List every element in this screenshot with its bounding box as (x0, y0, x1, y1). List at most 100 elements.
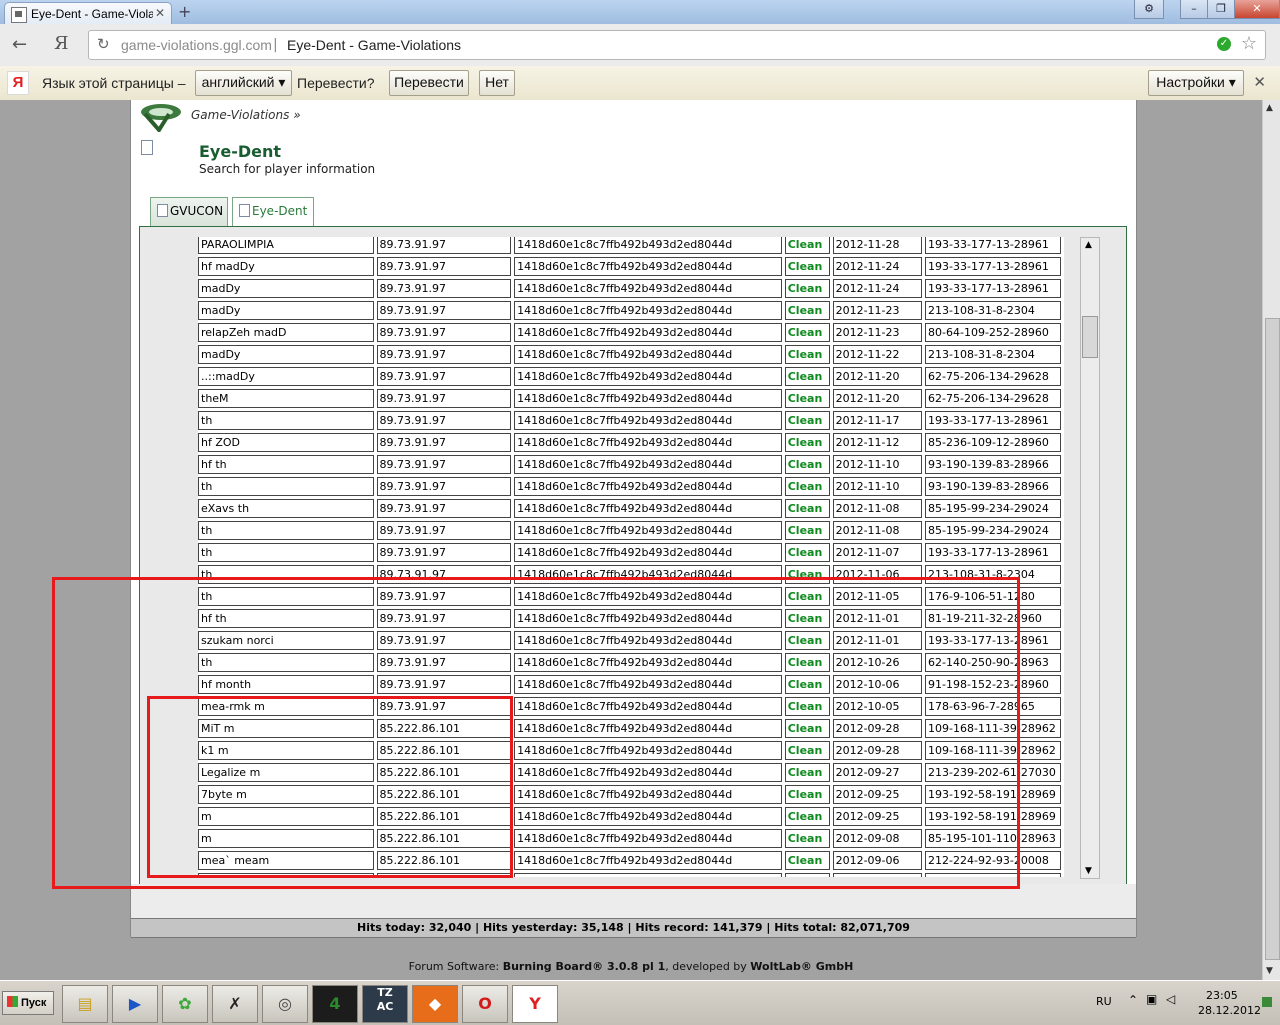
nickname-cell: eXavs th (198, 499, 374, 518)
ip-cell: 89.73.91.97 (376, 237, 512, 254)
volume-icon[interactable]: ◁ (1166, 992, 1175, 1006)
page-viewport: Game-Violations » Eye-Dent Search for pl… (0, 100, 1262, 980)
teamspeak-icon[interactable]: ◎ (262, 985, 308, 1023)
restore-icon[interactable]: ❐ (1207, 0, 1235, 19)
new-tab-icon[interactable]: + (178, 3, 191, 21)
tab-eye-dent[interactable]: Eye-Dent (232, 197, 314, 227)
tray-chevron-icon[interactable]: ⌃ (1128, 993, 1138, 1007)
show-desktop-icon[interactable] (1262, 997, 1272, 1007)
start-button[interactable]: Пуск (2, 991, 54, 1015)
nickname-cell: m (198, 829, 374, 848)
game-4-icon[interactable]: 4 (312, 985, 358, 1023)
scroll-up-icon[interactable]: ▲ (1085, 240, 1092, 250)
language-indicator[interactable]: RU (1096, 995, 1112, 1008)
nickname-cell: hf th (198, 609, 374, 628)
nickname-cell: hf ZOD (198, 433, 374, 452)
date-cell: 2012-11-24 (832, 257, 923, 276)
yandex-browser-icon[interactable]: Y (512, 985, 558, 1023)
ip-cell: 89.73.91.97 (376, 323, 512, 342)
status-cell: Clean (784, 631, 830, 650)
footer-company[interactable]: WoltLab® GmbH (750, 960, 853, 973)
app-orange-icon[interactable]: ◆ (412, 985, 458, 1023)
tab-close-icon[interactable]: ✕ (155, 6, 165, 20)
settings-button[interactable]: Настройки ▾ (1148, 70, 1244, 96)
server-cell: 62-75-206-134-29628 (925, 389, 1061, 408)
guid-cell: 1418d60e1c8c7ffb492b493d2ed8044d (514, 719, 782, 738)
table-row: hf month 89.73.91.97 1418d60e1c8c7ffb492b4… (198, 675, 1061, 694)
guid-cell: 1418d60e1c8c7ffb492b493d2ed8044d (514, 653, 782, 672)
close-translate-icon[interactable]: ✕ (1253, 73, 1266, 91)
yandex-logo-icon: Я (7, 71, 29, 95)
status-badge: Clean (787, 854, 823, 867)
status-badge: Clean (787, 414, 823, 427)
scroll-up-icon[interactable]: ▲ (1266, 103, 1273, 113)
server-cell: 85-236-109-12-28960 (925, 433, 1061, 452)
server-cell: 213-108-31-8-2304 (925, 301, 1061, 320)
scroll-down-icon[interactable]: ▼ (1085, 866, 1092, 876)
media-player-icon[interactable]: ▶ (112, 985, 158, 1023)
tzac-icon[interactable]: TZ AC (362, 985, 408, 1023)
server-cell: 81-19-211-32-28960 (925, 609, 1061, 628)
table-row: MiT m 85.222.86.101 1418d60e1c8c7ffb492b49… (198, 719, 1061, 738)
page-scrollbar[interactable]: ▲ ▼ (1262, 100, 1280, 980)
status-badge: Clean (787, 436, 823, 449)
breadcrumb[interactable]: Game-Violations » (191, 108, 301, 122)
bookmark-star-icon[interactable]: ☆ (1241, 33, 1257, 54)
results-table-scroll[interactable]: PARAOLIMPIA 89.73.91.97 1418d60e1c8c7ffb49… (198, 237, 1064, 877)
table-row: MEACULPA-rmk85.222.86.1011418d60e1c8c7ff… (198, 873, 1061, 877)
opera-icon[interactable]: O (462, 985, 508, 1023)
reload-icon[interactable]: ↻ (97, 35, 110, 53)
server-cell: 193-192-58-191-28969 (925, 785, 1061, 804)
footer-product[interactable]: Burning Board® 3.0.8 pl 1 (503, 960, 666, 973)
server-cell: 213-108-31-8-2304 (925, 345, 1061, 364)
clock-time[interactable]: 23:05 (1206, 989, 1238, 1002)
date-cell: 2012-11-17 (832, 411, 923, 430)
date-cell: 2012-11-01 (832, 631, 923, 650)
ip-cell: 89.73.91.97 (376, 631, 512, 650)
table-row: mea-rmk m 89.73.91.97 1418d60e1c8c7ffb492b… (198, 697, 1061, 716)
minimize-icon[interactable]: – (1180, 0, 1208, 19)
url-input[interactable]: ↻ game-violations.ggl.com | Eye-Dent - G… (88, 30, 1266, 60)
no-button[interactable]: Нет (479, 70, 515, 96)
guid-cell: 1418d60e1c8c7ffb492b493d2ed8044d (514, 587, 782, 606)
yandex-home-icon[interactable]: Я (54, 33, 69, 54)
guid-cell: 1418d60e1c8c7ffb492b493d2ed8044d (514, 565, 782, 584)
table-row: madDy 89.73.91.97 1418d60e1c8c7ffb492b493d… (198, 301, 1061, 320)
guid-cell: 1418d60e1c8c7ffb492b493d2ed8044d (514, 367, 782, 386)
back-arrow-icon[interactable]: ← (12, 34, 27, 55)
language-select[interactable]: английский ▾ (195, 70, 292, 96)
nickname-cell: PARAOLIMPIA (198, 237, 374, 254)
scroll-down-icon[interactable]: ▼ (1266, 966, 1273, 976)
settings-gear-icon[interactable]: ⚙ (1134, 0, 1164, 19)
status-badge: Clean (787, 348, 823, 361)
icq-flower-icon[interactable]: ✿ (162, 985, 208, 1023)
status-cell: Clean (784, 565, 830, 584)
guid-cell: 1418d60e1c8c7ffb492b493d2ed8044d (514, 763, 782, 782)
scrollbar-thumb[interactable] (1082, 316, 1098, 358)
scrollbar-thumb[interactable] (1265, 318, 1280, 960)
guid-cell: 1418d60e1c8c7ffb492b493d2ed8044d (514, 873, 782, 877)
status-cell: Clean (784, 675, 830, 694)
nickname-cell: hf month (198, 675, 374, 694)
app-x-icon[interactable]: ✗ (212, 985, 258, 1023)
guid-cell: 1418d60e1c8c7ffb492b493d2ed8044d (514, 345, 782, 364)
clock-date[interactable]: 28.12.2012 (1198, 1004, 1261, 1017)
ip-cell: 85.222.86.101 (376, 851, 512, 870)
site-favicon-icon (11, 7, 27, 23)
translate-button[interactable]: Перевести (389, 70, 469, 96)
chevron-down-icon: ▾ (1228, 74, 1236, 90)
table-scrollbar[interactable]: ▲ ▼ (1080, 237, 1100, 879)
table-row: th 89.73.91.97 1418d60e1c8c7ffb492b493d2ed… (198, 565, 1061, 584)
explorer-icon[interactable]: ▤ (62, 985, 108, 1023)
status-badge: Clean (787, 502, 823, 515)
tab-gvucon[interactable]: GVUCON (150, 197, 228, 227)
close-window-icon[interactable]: ✕ (1234, 0, 1280, 19)
status-badge: Clean (787, 810, 823, 823)
guid-cell: 1418d60e1c8c7ffb492b493d2ed8044d (514, 697, 782, 716)
nickname-cell: Legalize m (198, 763, 374, 782)
server-cell: 91-198-152-23-28960 (925, 675, 1061, 694)
ip-cell: 85.222.86.101 (376, 719, 512, 738)
network-icon[interactable]: ▣ (1146, 992, 1157, 1006)
table-row: madDy 89.73.91.97 1418d60e1c8c7ffb492b493d… (198, 279, 1061, 298)
browser-tab[interactable]: Eye-Dent - Game-Violatic ✕ (4, 2, 172, 25)
